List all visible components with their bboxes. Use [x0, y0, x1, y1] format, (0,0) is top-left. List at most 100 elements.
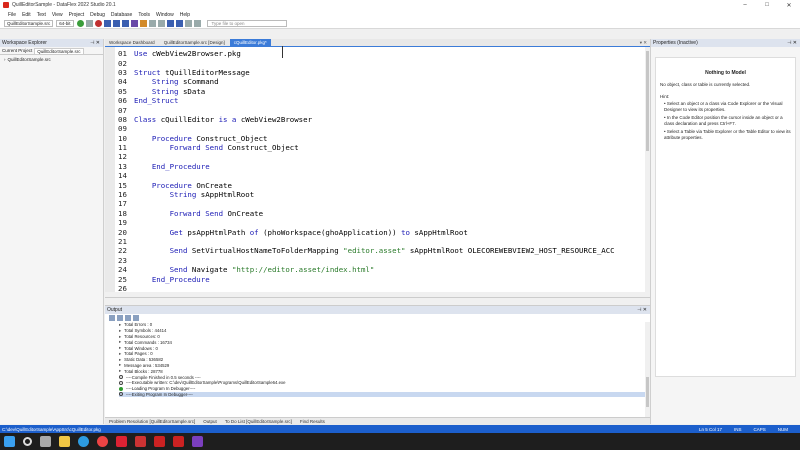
status-caps: CAPS [753, 426, 766, 432]
output-title-label: Output [107, 307, 123, 313]
run-icon[interactable] [76, 20, 84, 27]
clear-output-icon[interactable] [109, 315, 115, 321]
indent-icon[interactable] [166, 20, 174, 27]
code-line[interactable]: 23 [118, 256, 615, 265]
file-explorer-icon[interactable] [59, 436, 70, 447]
menu-file[interactable]: File [8, 12, 16, 18]
project-combo[interactable]: QuillEditorSample.src [4, 20, 54, 27]
editor-vscroll-thumb[interactable] [646, 51, 649, 151]
pin-icon[interactable]: ⊣ ✕ [787, 40, 797, 46]
maximize-button[interactable]: □ [756, 0, 778, 10]
code-line[interactable]: 03 Struct tQuillEditorMessage [118, 68, 615, 77]
output-line[interactable]: ----Exiting Program In Debugger---- [119, 391, 650, 398]
code-line[interactable]: 21 [118, 237, 615, 246]
code-line[interactable]: 10 Procedure Construct_Object [118, 134, 615, 143]
pin-icon[interactable]: ⊣ ✕ [637, 307, 647, 313]
code-line[interactable]: 16 String sAppHtmlRoot [118, 190, 615, 199]
pin-icon[interactable]: ⊣ ✕ [90, 40, 100, 46]
edge-icon[interactable] [78, 436, 89, 447]
menu-help[interactable]: Help [180, 12, 190, 18]
hint-item: • Select an object or a class via Code E… [664, 101, 783, 112]
dataflex-debug-icon[interactable] [173, 436, 184, 447]
chrome-icon[interactable] [97, 436, 108, 447]
search-icon[interactable] [23, 437, 32, 446]
code-line[interactable]: 12 [118, 152, 615, 161]
task-view-icon[interactable] [40, 436, 51, 447]
status-num: NUM [777, 426, 788, 432]
code-line[interactable]: 25 End_Procedure [118, 274, 615, 284]
code-editor[interactable]: 01 Use cWebView2Browser.pkg 02 03 Struct tQu… [105, 47, 650, 298]
menu-text[interactable]: Text [37, 12, 46, 18]
tab-controls-icon[interactable]: ▾ ✕ [640, 40, 650, 46]
output-vscrollbar[interactable] [645, 322, 650, 418]
code-text: Send Navigate "http://editor.asset/index… [169, 265, 375, 275]
properties-hint-label: Hint: [660, 94, 670, 99]
code-line[interactable]: 20 Get psAppHtmlPath of (phoWorkspace(gh… [118, 227, 615, 237]
code-line[interactable]: 04 String sCommand [118, 77, 615, 86]
visual-studio-icon[interactable] [192, 436, 203, 447]
code-line[interactable]: 19 [118, 218, 615, 227]
step-out-icon[interactable] [121, 20, 129, 27]
menu-debug[interactable]: Debug [90, 12, 105, 18]
menu-view[interactable]: View [52, 12, 63, 18]
stop-icon[interactable] [94, 20, 102, 27]
code-line[interactable]: 24 Send Navigate "http://editor.asset/in… [118, 265, 615, 274]
tab-project-file[interactable]: QuillEditorSample.src [34, 47, 84, 54]
tab-output[interactable]: Output [199, 419, 221, 424]
code-line[interactable]: 05 String sData [118, 87, 615, 96]
minimize-button[interactable]: – [734, 0, 756, 10]
code-line[interactable]: 06 End_Struct [118, 96, 615, 105]
code-line[interactable]: 15 Procedure OnCreate [118, 180, 615, 190]
breakpoint-icon[interactable] [130, 20, 138, 27]
tab-workspace-dashboard[interactable]: Workspace Dashboard [105, 39, 159, 46]
bookmark-icon[interactable] [139, 20, 147, 27]
code-line[interactable]: 08 Class cQuillEditor is a cWebView2Brows… [118, 115, 615, 124]
menu-database[interactable]: Database [111, 12, 132, 18]
tab-find-results[interactable]: Find Results [296, 419, 329, 424]
tree-item[interactable]: › QuillEditorSample.src [0, 55, 103, 64]
pause-icon[interactable] [85, 20, 93, 27]
tab-todo-list[interactable]: To Do List [QuillEditorSample.src] [221, 419, 296, 424]
code-text: Forward Send Construct_Object [169, 143, 299, 153]
code-line[interactable]: 22 Send SetVirtualHostNameToFolderMappin… [118, 246, 615, 255]
code-line[interactable]: 11 Forward Send Construct_Object [118, 143, 615, 152]
code-line[interactable]: 14 [118, 171, 615, 180]
dataflex-studio-icon[interactable] [135, 436, 146, 447]
editor-hscrollbar[interactable] [105, 292, 645, 297]
dataflex-app-icon[interactable] [154, 436, 165, 447]
menu-edit[interactable]: Edit [22, 12, 31, 18]
expand-arrow-icon[interactable]: › [4, 57, 6, 62]
tab-problem-resolution[interactable]: Problem Resolution [QuillEditorSample.sr… [105, 419, 199, 424]
line-number: 05 [118, 86, 127, 96]
replace-icon[interactable] [157, 20, 165, 27]
code-text: End_Procedure [151, 274, 210, 284]
tab-current-project[interactable]: Current Project [0, 48, 34, 53]
outdent-icon[interactable] [175, 20, 183, 27]
code-line[interactable]: 13 End_Procedure [118, 162, 615, 171]
code-line[interactable]: 07 [118, 105, 615, 115]
menu-window[interactable]: Window [156, 12, 174, 18]
close-button[interactable]: ✕ [778, 0, 800, 10]
comment-icon[interactable] [184, 20, 192, 27]
wrap-output-icon[interactable] [125, 315, 131, 321]
menu-project[interactable]: Project [69, 12, 85, 18]
step-into-icon[interactable] [103, 20, 111, 27]
dataflex-icon[interactable] [116, 436, 127, 447]
code-line[interactable]: 17 [118, 199, 615, 208]
file-open-search[interactable]: Type file to open [206, 20, 287, 27]
step-over-icon[interactable] [112, 20, 120, 27]
code-line[interactable]: 02 [118, 58, 615, 68]
stop-output-icon[interactable] [133, 315, 139, 321]
bitness-combo[interactable]: 64-bit [56, 20, 74, 27]
code-line[interactable]: 01 Use cWebView2Browser.pkg [118, 49, 615, 58]
uncomment-icon[interactable] [193, 20, 201, 27]
tab-design[interactable]: QuillEditorSample.src [Design] [160, 39, 229, 46]
windows-start-icon[interactable] [4, 436, 15, 447]
code-line[interactable]: 09 [118, 124, 615, 133]
code-line[interactable]: 18 Forward Send OnCreate [118, 209, 615, 218]
copy-output-icon[interactable] [117, 315, 123, 321]
tab-cquilleditor[interactable]: cQuillEditor.pkg* [229, 39, 271, 46]
output-vscroll-thumb[interactable] [646, 377, 649, 407]
find-icon[interactable] [148, 20, 156, 27]
menu-tools[interactable]: Tools [138, 12, 150, 18]
